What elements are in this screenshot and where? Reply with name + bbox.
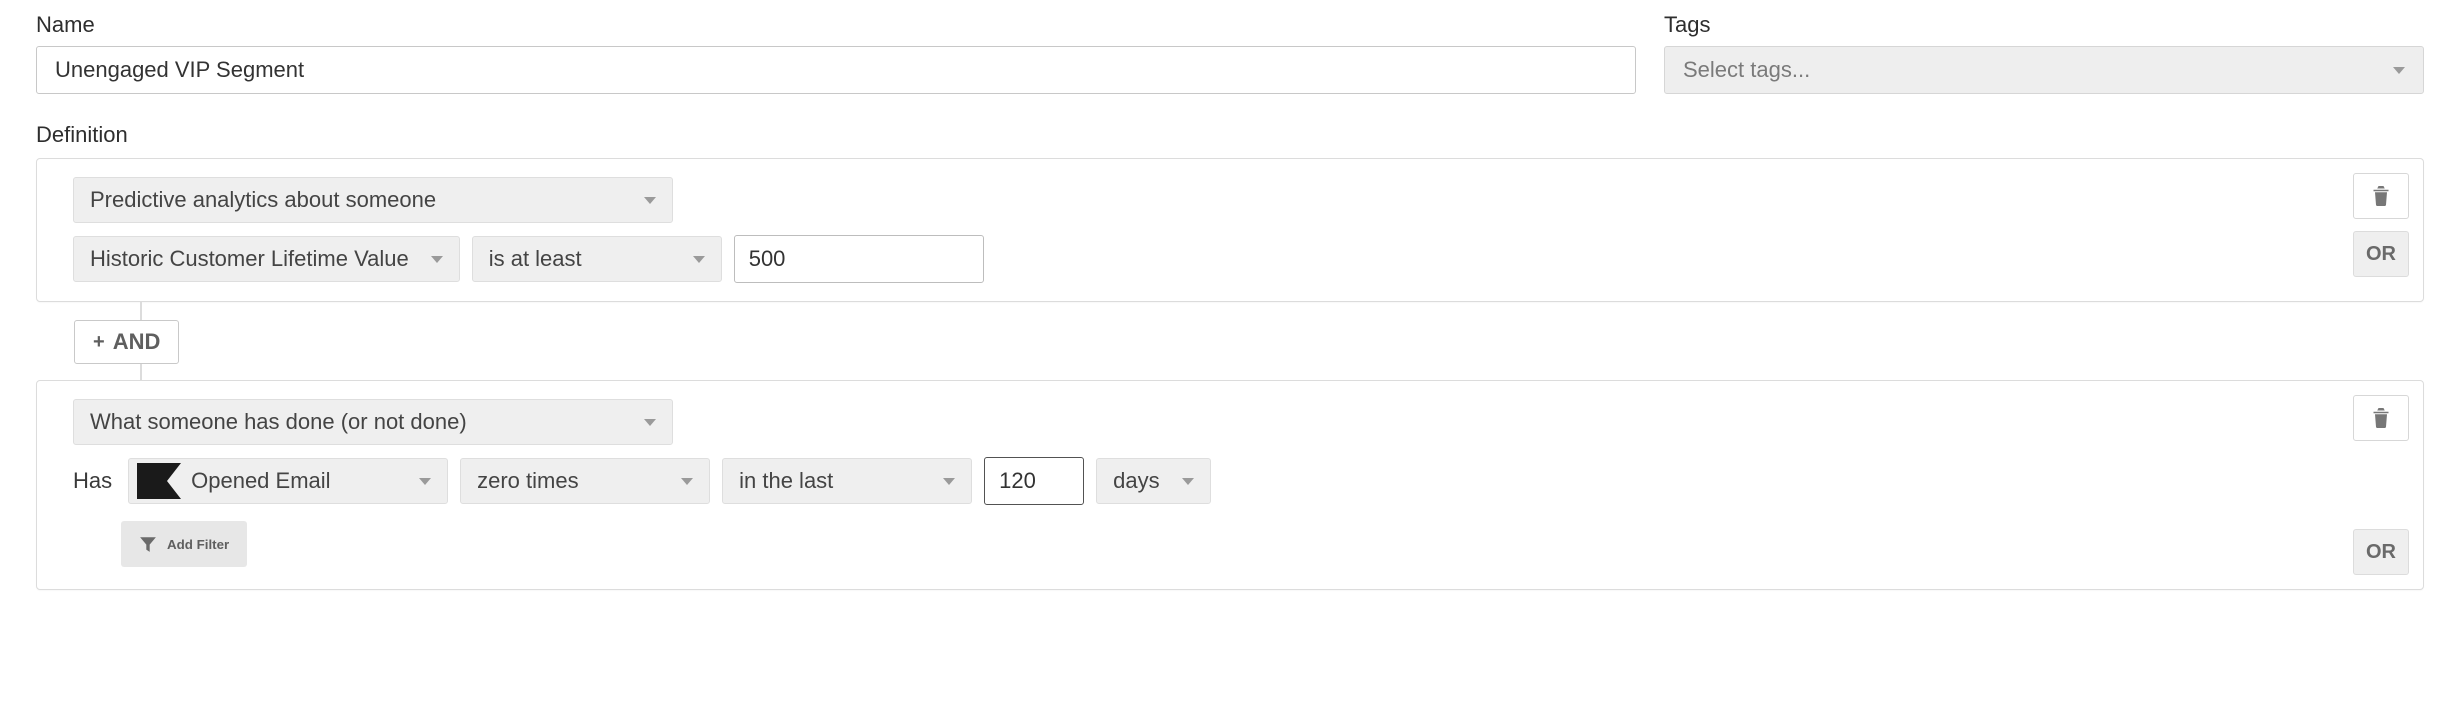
- trash-icon: [2372, 408, 2390, 428]
- rule1-value-input[interactable]: [734, 235, 984, 283]
- rule2-timeframe-op-value: in the last: [739, 468, 833, 494]
- definition-label: Definition: [36, 122, 2424, 148]
- rule2-timeframe-op-select[interactable]: in the last: [722, 458, 972, 504]
- tags-label: Tags: [1664, 12, 2424, 38]
- filter-icon: [139, 535, 157, 553]
- add-filter-label: Add Filter: [167, 537, 229, 552]
- rule2-count-value: zero times: [477, 468, 578, 494]
- name-input[interactable]: [36, 46, 1636, 94]
- rule1-category-select[interactable]: Predictive analytics about someone: [73, 177, 673, 223]
- chevron-down-icon: [2393, 67, 2405, 74]
- plus-icon: +: [93, 332, 105, 352]
- chevron-down-icon: [431, 256, 443, 263]
- chevron-down-icon: [419, 478, 431, 485]
- rule2-unit-value: days: [1113, 468, 1159, 494]
- rule1-or-button[interactable]: OR: [2353, 231, 2409, 277]
- chevron-down-icon: [943, 478, 955, 485]
- chevron-down-icon: [644, 419, 656, 426]
- rule2-timeframe-value-input[interactable]: [984, 457, 1084, 505]
- rule2-unit-select[interactable]: days: [1096, 458, 1210, 504]
- or-label: OR: [2366, 541, 2396, 564]
- trash-icon: [2372, 186, 2390, 206]
- rule2-category-value: What someone has done (or not done): [90, 409, 467, 435]
- rule2-delete-button[interactable]: [2353, 395, 2409, 441]
- and-connector: + AND: [36, 302, 2424, 380]
- rule2-or-button[interactable]: OR: [2353, 529, 2409, 575]
- rule-card-2: What someone has done (or not done) Has …: [36, 380, 2424, 590]
- chevron-down-icon: [644, 197, 656, 204]
- or-label: OR: [2366, 243, 2396, 266]
- rule2-event-value: Opened Email: [191, 468, 330, 494]
- rule1-metric-select[interactable]: Historic Customer Lifetime Value: [73, 236, 460, 282]
- rule1-operator-select[interactable]: is at least: [472, 236, 722, 282]
- and-label: AND: [113, 329, 161, 355]
- rule1-category-value: Predictive analytics about someone: [90, 187, 436, 213]
- name-label: Name: [36, 12, 1636, 38]
- rule2-event-select[interactable]: Opened Email: [128, 458, 448, 504]
- klaviyo-icon: [137, 463, 181, 499]
- rule2-count-select[interactable]: zero times: [460, 458, 710, 504]
- chevron-down-icon: [1182, 478, 1194, 485]
- tags-placeholder: Select tags...: [1683, 57, 1810, 83]
- rule1-metric-value: Historic Customer Lifetime Value: [90, 246, 409, 272]
- rule2-category-select[interactable]: What someone has done (or not done): [73, 399, 673, 445]
- and-button[interactable]: + AND: [74, 320, 179, 364]
- chevron-down-icon: [693, 256, 705, 263]
- tags-select[interactable]: Select tags...: [1664, 46, 2424, 94]
- chevron-down-icon: [681, 478, 693, 485]
- rule1-operator-value: is at least: [489, 246, 582, 272]
- has-label: Has: [73, 468, 112, 494]
- add-filter-button[interactable]: Add Filter: [121, 521, 247, 567]
- rule-card-1: Predictive analytics about someone Histo…: [36, 158, 2424, 302]
- rule1-delete-button[interactable]: [2353, 173, 2409, 219]
